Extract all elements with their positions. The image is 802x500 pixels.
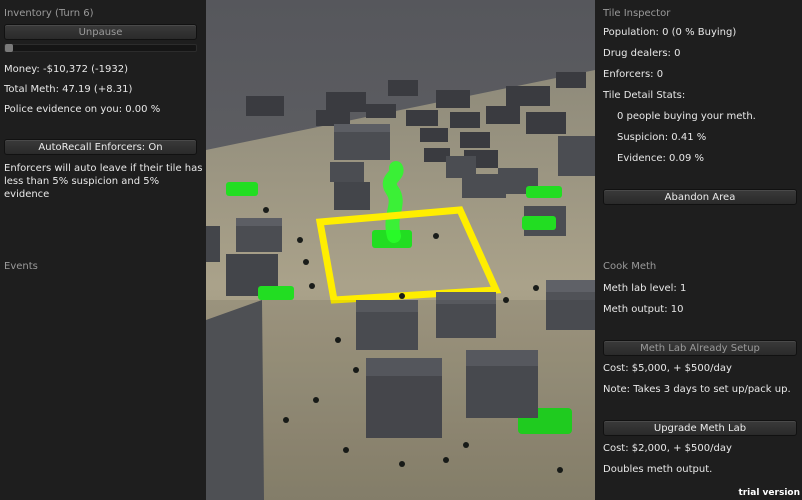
- upgrade-meth-lab-button[interactable]: Upgrade Meth Lab: [603, 420, 797, 436]
- lab-cost-text: Cost: $5,000, + $500/day: [603, 363, 732, 374]
- police-evidence-text: Police evidence on you: 0.00 %: [4, 104, 161, 115]
- drug-dealers-text: Drug dealers: 0: [603, 48, 681, 59]
- slider-handle[interactable]: [5, 44, 13, 52]
- depth-shade: [206, 300, 595, 500]
- city-3d-view[interactable]: [206, 0, 595, 500]
- people-buying-text: 0 people buying your meth.: [617, 111, 756, 122]
- tile-inspector-title: Tile Inspector: [603, 8, 671, 19]
- upgrade-note-text: Doubles meth output.: [603, 464, 713, 475]
- population-text: Population: 0 (0 % Buying): [603, 27, 737, 38]
- events-title: Events: [4, 261, 38, 272]
- trial-version-label: trial version: [738, 488, 800, 498]
- tile-inspector-panel: Tile Inspector Population: 0 (0 % Buying…: [595, 0, 802, 500]
- meth-lab-level-text: Meth lab level: 1: [603, 283, 687, 294]
- inventory-panel: Inventory (Turn 6) Unpause Money: -$10,3…: [0, 0, 206, 500]
- enforcers-text: Enforcers: 0: [603, 69, 664, 80]
- suspicion-text: Suspicion: 0.41 %: [617, 132, 707, 143]
- meth-lab-setup-button[interactable]: Meth Lab Already Setup: [603, 340, 797, 356]
- abandon-area-button[interactable]: Abandon Area: [603, 189, 797, 205]
- meth-output-text: Meth output: 10: [603, 304, 684, 315]
- meth-smoke: [382, 161, 404, 243]
- evidence-text: Evidence: 0.09 %: [617, 153, 704, 164]
- cook-meth-title: Cook Meth: [603, 261, 657, 272]
- city-scene[interactable]: [206, 0, 595, 500]
- lab-note-text: Note: Takes 3 days to set up/pack up.: [603, 384, 791, 395]
- money-text: Money: -$10,372 (-1932): [4, 64, 128, 75]
- total-meth-text: Total Meth: 47.19 (+8.31): [4, 84, 133, 95]
- upgrade-cost-text: Cost: $2,000, + $500/day: [603, 443, 732, 454]
- autorecall-note: Enforcers will auto leave if their tile …: [4, 163, 203, 200]
- unpause-button[interactable]: Unpause: [4, 24, 197, 40]
- speed-slider[interactable]: [4, 44, 197, 52]
- autorecall-button[interactable]: AutoRecall Enforcers: On: [4, 139, 197, 155]
- tile-detail-stats-label: Tile Detail Stats:: [603, 90, 686, 101]
- inventory-title: Inventory (Turn 6): [4, 8, 94, 19]
